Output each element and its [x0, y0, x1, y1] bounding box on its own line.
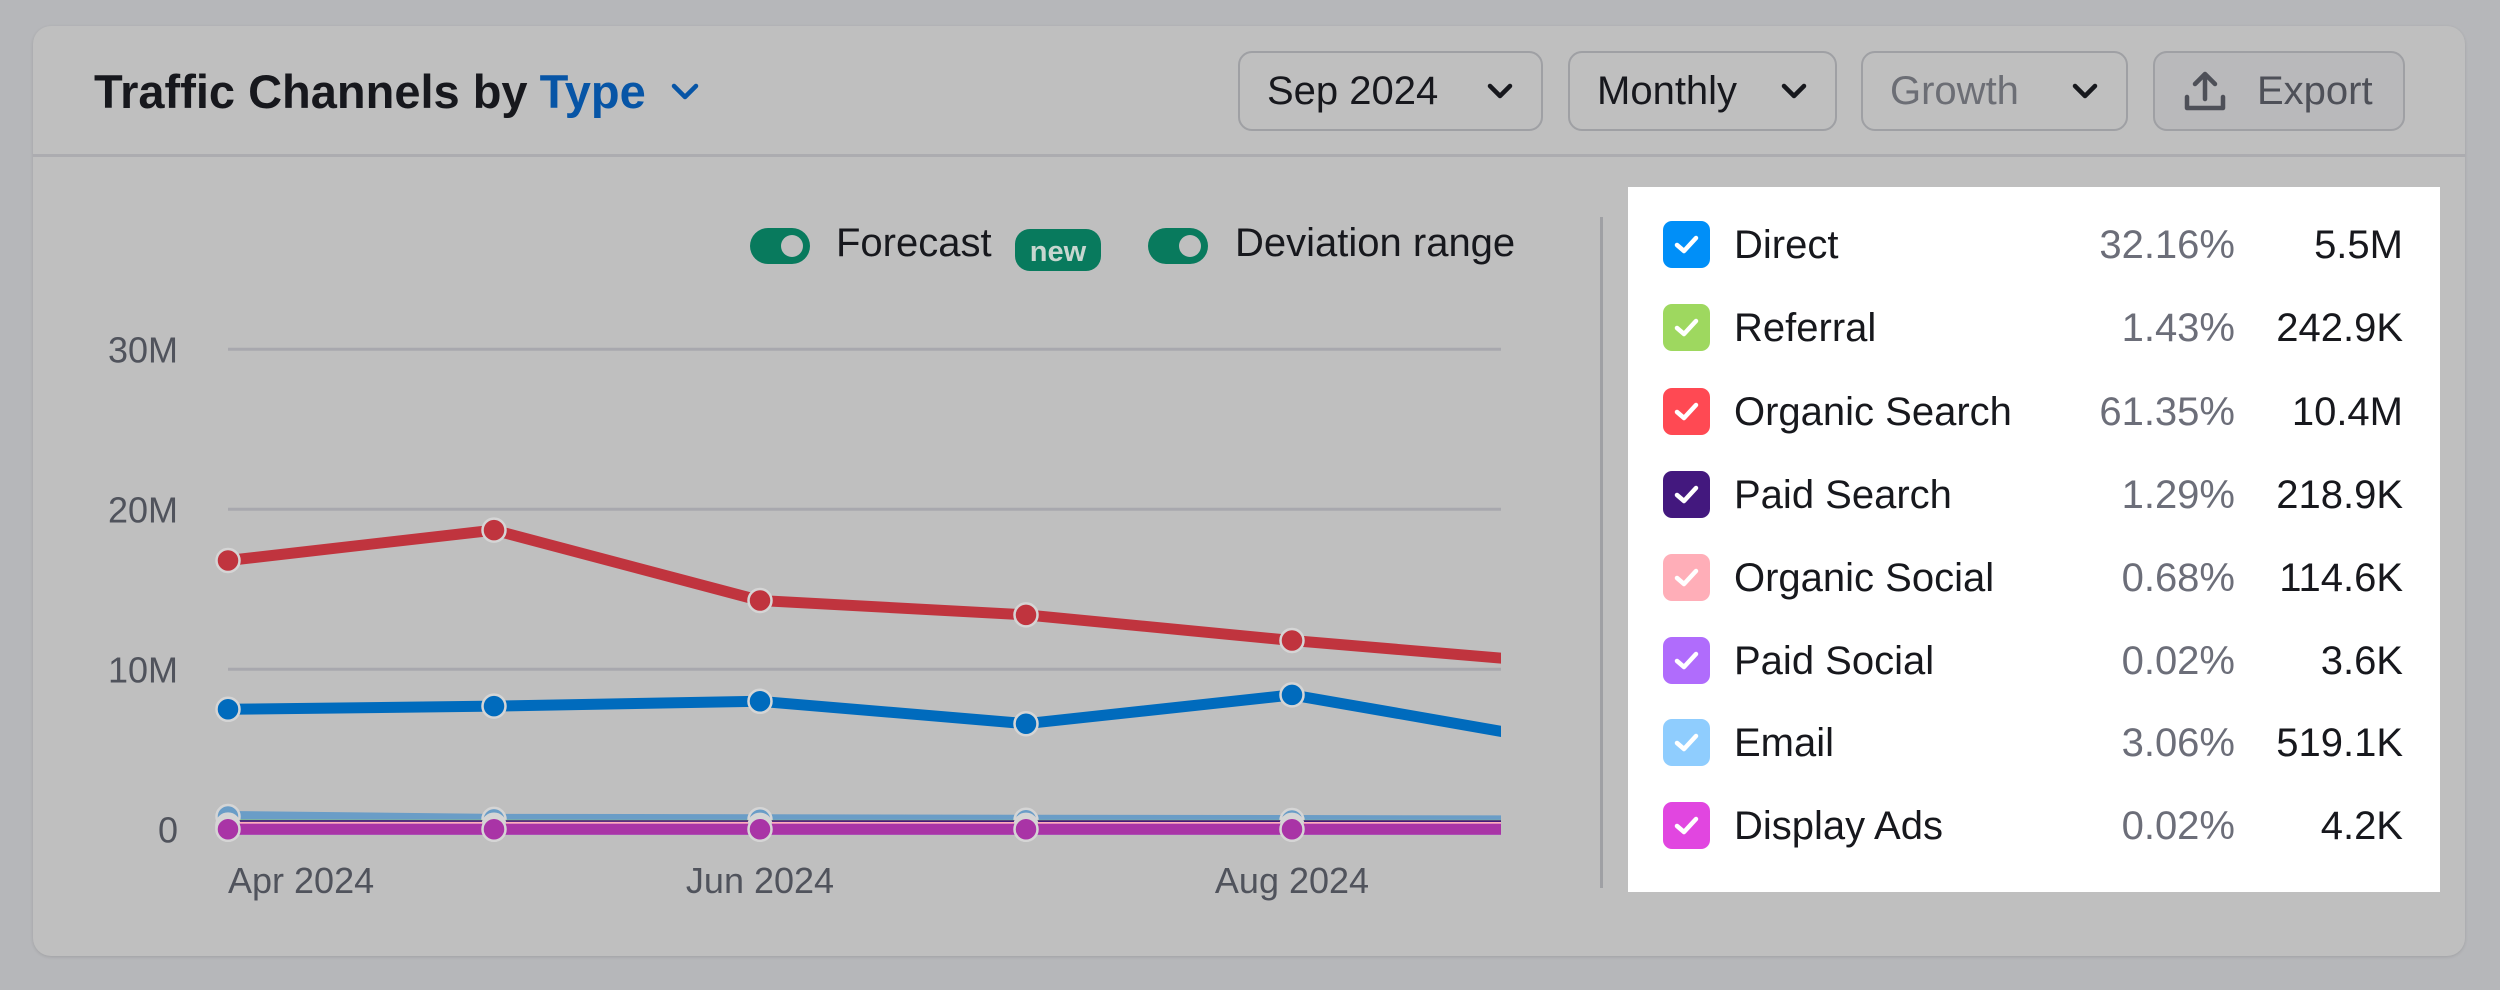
legend-item-email[interactable]: Email 3.06% 519.1K: [1628, 713, 2440, 773]
legend-item-paid-search[interactable]: Paid Search 1.29% 218.9K: [1628, 465, 2440, 525]
legend-item-organic-search[interactable]: Organic Search 61.35% 10.4M: [1628, 382, 2440, 442]
checkbox[interactable]: [1663, 719, 1710, 766]
legend-value: 242.9K: [2276, 306, 2403, 350]
legend-percent: 0.02%: [2121, 804, 2235, 848]
checkbox[interactable]: [1663, 304, 1710, 351]
deviation-range-toggle[interactable]: [1148, 228, 1208, 264]
legend-percent: 3.06%: [2121, 721, 2235, 765]
forecast-label: Forecast: [836, 221, 992, 265]
legend-value: 3.6K: [2320, 639, 2403, 683]
legend-value: 5.5M: [2314, 223, 2403, 267]
chevron-down-icon[interactable]: [670, 82, 700, 102]
legend-label: Paid Social: [1734, 639, 1935, 683]
type-selector[interactable]: Type: [540, 64, 646, 119]
forecast-toggle[interactable]: [750, 228, 810, 264]
legend-label: Email: [1734, 721, 1835, 765]
date-dropdown[interactable]: Sep 2024: [1238, 51, 1543, 131]
legend-percent: 61.35%: [2099, 390, 2235, 434]
granularity-dropdown-label: Monthly: [1597, 68, 1738, 113]
checkbox[interactable]: [1663, 554, 1710, 601]
title-text: Traffic Channels by: [94, 65, 528, 118]
chevron-down-icon: [1781, 83, 1807, 99]
checkbox[interactable]: [1663, 637, 1710, 684]
channel-legend: Direct 32.16% 5.5M Referral 1.43% 242.9K Organ…: [1628, 187, 2440, 892]
new-badge: new: [1015, 229, 1101, 271]
check-icon: [1674, 568, 1699, 587]
legend-item-direct[interactable]: Direct 32.16% 5.5M: [1628, 215, 2440, 275]
check-icon: [1674, 402, 1699, 421]
granularity-dropdown[interactable]: Monthly: [1568, 51, 1837, 131]
upload-icon: [2184, 71, 2226, 111]
checkbox[interactable]: [1663, 388, 1710, 435]
check-icon: [1674, 235, 1699, 254]
legend-item-referral[interactable]: Referral 1.43% 242.9K: [1628, 298, 2440, 358]
legend-percent: 0.68%: [2121, 556, 2235, 600]
legend-item-display-ads[interactable]: Display Ads 0.02% 4.2K: [1628, 796, 2440, 856]
export-button[interactable]: Export: [2153, 51, 2405, 131]
check-icon: [1674, 816, 1699, 835]
legend-value: 4.2K: [2320, 804, 2403, 848]
legend-label: Direct: [1734, 223, 1839, 267]
legend-item-organic-social[interactable]: Organic Social 0.68% 114.6K: [1628, 548, 2440, 608]
check-icon: [1674, 651, 1699, 670]
metric-dropdown-label: Growth: [1890, 68, 2019, 113]
header-divider: [33, 154, 2465, 157]
deviation-range-label: Deviation range: [1235, 221, 1516, 265]
export-label: Export: [2257, 68, 2373, 113]
legend-label: Organic Search: [1734, 390, 2012, 434]
checkbox[interactable]: [1663, 471, 1710, 518]
metric-dropdown[interactable]: Growth: [1861, 51, 2128, 131]
toggle-knob: [781, 235, 803, 257]
chart-legend-divider: [1600, 217, 1603, 888]
legend-label: Paid Search: [1734, 473, 1952, 517]
legend-value: 10.4M: [2291, 390, 2403, 434]
legend-percent: 1.29%: [2121, 473, 2235, 517]
toggle-knob: [1179, 235, 1201, 257]
legend-percent: 32.16%: [2099, 223, 2235, 267]
check-icon: [1674, 318, 1699, 337]
legend-item-paid-social[interactable]: Paid Social 0.02% 3.6K: [1628, 631, 2440, 691]
legend-value: 519.1K: [2276, 721, 2403, 765]
legend-value: 114.6K: [2279, 556, 2403, 600]
checkbox[interactable]: [1663, 802, 1710, 849]
check-icon: [1674, 485, 1699, 504]
legend-label: Organic Social: [1734, 556, 1995, 600]
legend-value: 218.9K: [2276, 473, 2403, 517]
checkbox[interactable]: [1663, 221, 1710, 268]
chevron-down-icon: [2072, 83, 2098, 99]
legend-percent: 1.43%: [2121, 306, 2235, 350]
widget-title: Traffic Channels by Type: [94, 64, 700, 119]
date-dropdown-label: Sep 2024: [1267, 68, 1439, 113]
legend-percent: 0.02%: [2121, 639, 2235, 683]
chevron-down-icon: [1487, 83, 1513, 99]
legend-label: Display Ads: [1734, 804, 1943, 848]
legend-label: Referral: [1734, 306, 1877, 350]
check-icon: [1674, 733, 1699, 752]
